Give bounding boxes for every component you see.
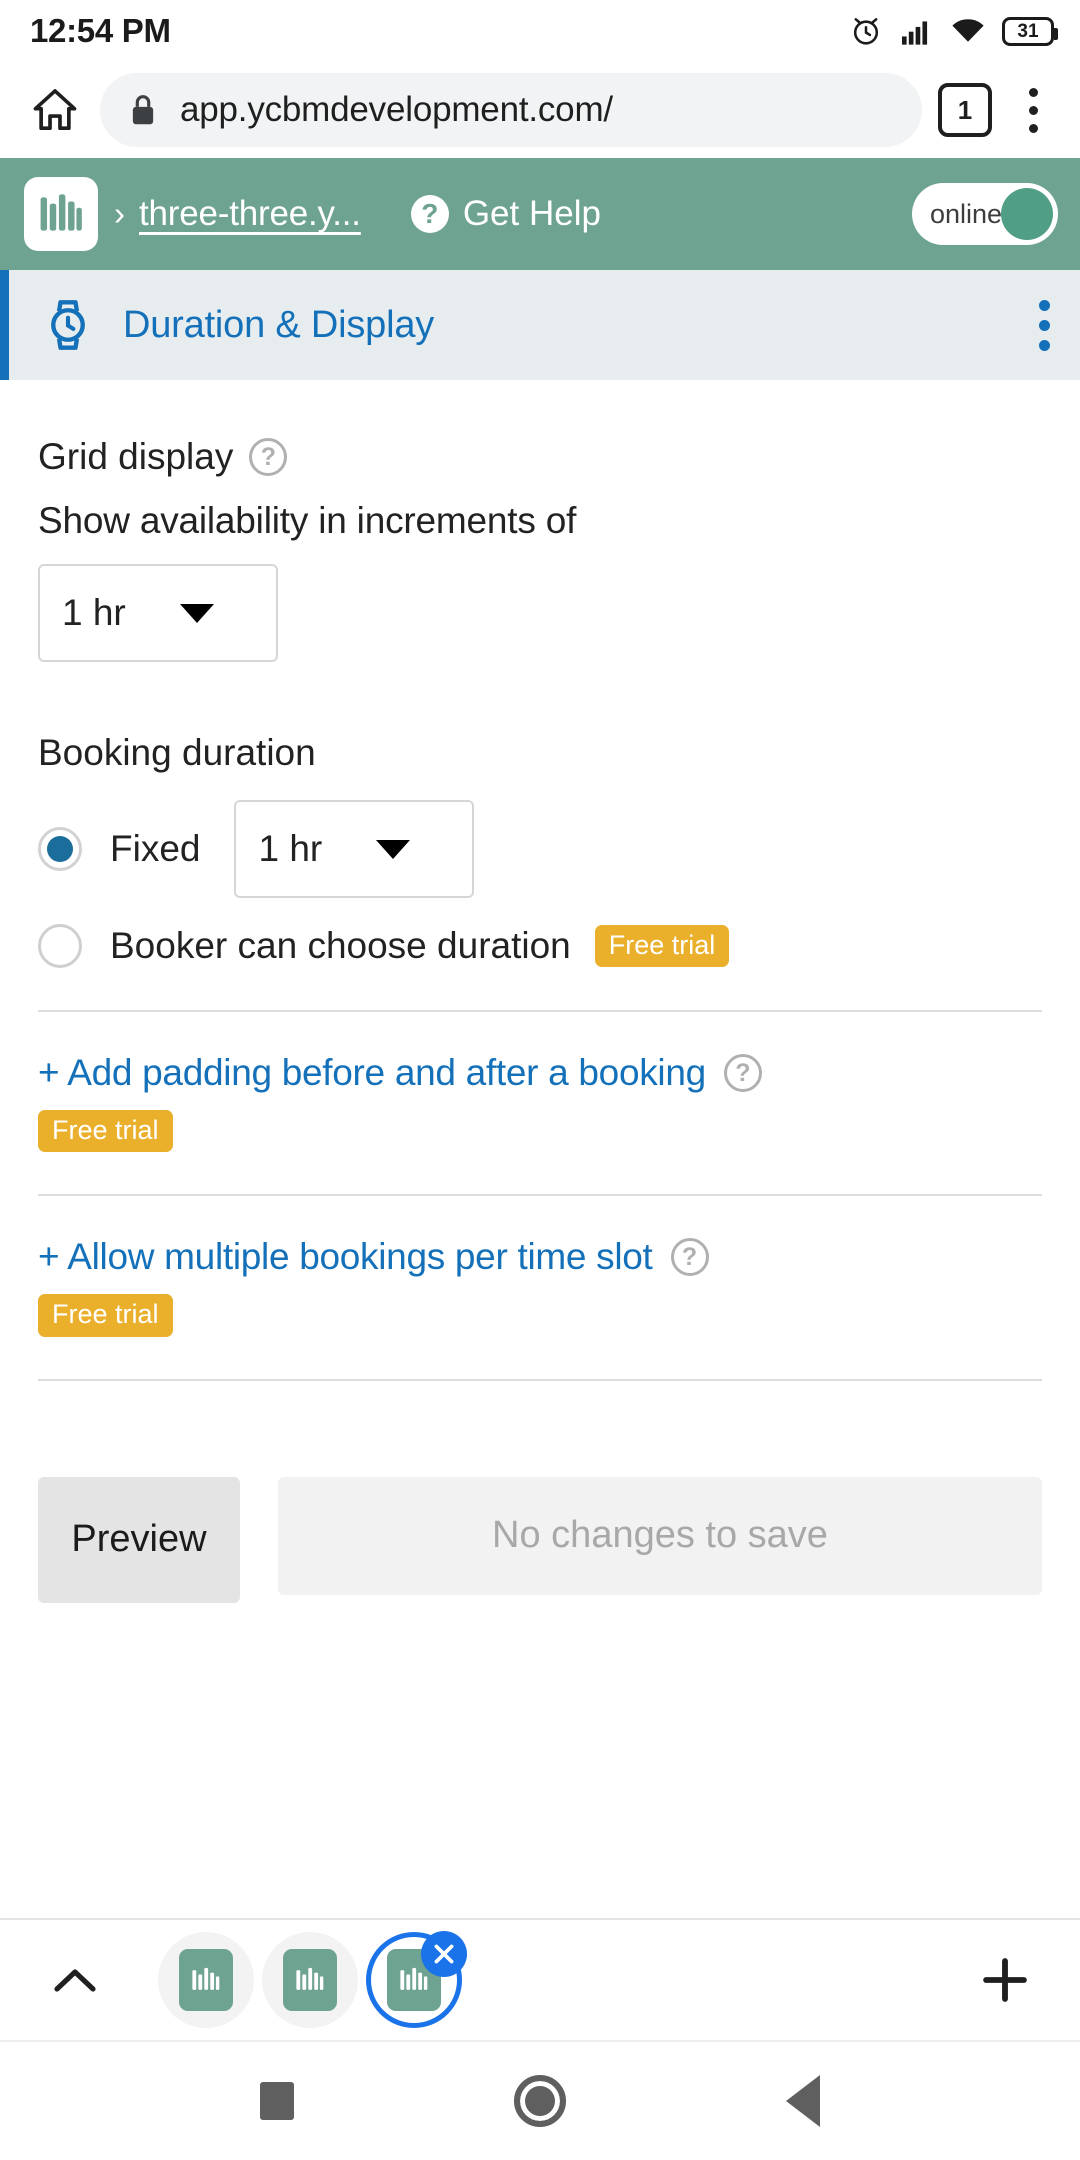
- android-status-bar: 12:54 PM 31: [0, 0, 1080, 62]
- close-icon[interactable]: [421, 1931, 467, 1977]
- section-menu-icon[interactable]: [1039, 299, 1050, 351]
- new-tab-button[interactable]: [970, 1953, 1040, 2007]
- browser-toolbar: app.ycbmdevelopment.com/ 1: [0, 62, 1080, 158]
- divider: [38, 1010, 1042, 1012]
- chevron-down-icon: [179, 603, 214, 623]
- recents-square-icon[interactable]: [260, 2082, 294, 2120]
- plus-icon: [983, 1958, 1027, 2002]
- watch-icon: [51, 300, 85, 350]
- status-badge: Free trial: [38, 1294, 173, 1337]
- close-glyph: [434, 1944, 454, 1964]
- tab-count-label: 1: [957, 95, 973, 125]
- divider: [38, 1378, 1042, 1381]
- ycbm-tab-icon: [283, 1949, 337, 2011]
- tab-item[interactable]: [262, 1932, 358, 2028]
- alarm-icon: [853, 18, 879, 45]
- ycbm-tab-glyph: [192, 1967, 220, 1990]
- preview-button[interactable]: Preview: [38, 1476, 240, 1603]
- battery-level: 31: [1017, 20, 1039, 42]
- feature-multiple-bookings[interactable]: + Allow multiple bookings per time slot …: [38, 1236, 1042, 1337]
- ycbm-tab-glyph: [296, 1967, 324, 1990]
- booking-duration-title: Booking duration: [38, 732, 316, 773]
- chevron-down-icon: [376, 839, 411, 859]
- url-text: app.ycbmdevelopment.com/: [180, 90, 613, 129]
- overflow-menu-icon[interactable]: [1006, 79, 1060, 141]
- feature-multiple-bookings-help-icon[interactable]: ?: [670, 1238, 709, 1277]
- question-mark-icon: ?: [410, 195, 449, 233]
- increment-select[interactable]: 1 hr: [38, 564, 278, 662]
- tab-counter-button[interactable]: 1: [938, 83, 992, 137]
- expand-toolbar-button[interactable]: [40, 1963, 110, 1997]
- chevron-up-icon: [54, 1969, 96, 1992]
- url-bar[interactable]: app.ycbmdevelopment.com/: [100, 73, 922, 147]
- radio-fixed-label: Fixed: [110, 828, 201, 869]
- get-help-label: Get Help: [462, 194, 601, 233]
- status-time: 12:54 PM: [30, 12, 171, 49]
- feature-add-padding[interactable]: + Add padding before and after a booking…: [38, 1052, 1042, 1153]
- feature-multiple-bookings-line: + Allow multiple bookings per time slot …: [38, 1236, 1042, 1278]
- feature-add-padding-help-icon[interactable]: ?: [723, 1054, 762, 1092]
- app-header: › three-three.y... ? Get Help online: [0, 158, 1080, 270]
- feature-add-padding-label[interactable]: + Add padding before and after a booking: [38, 1052, 706, 1094]
- tab-item-active[interactable]: [366, 1931, 467, 2028]
- get-help-button[interactable]: ? Get Help: [410, 194, 601, 234]
- online-status-toggle[interactable]: online: [912, 183, 1058, 245]
- status-badge: Free trial: [594, 924, 730, 968]
- ycbm-logo-glyph: [40, 194, 82, 231]
- home-circle-icon[interactable]: [514, 2075, 566, 2127]
- breadcrumb-separator: ›: [114, 195, 125, 232]
- cellular-signal-icon: [902, 21, 928, 45]
- radio-fixed[interactable]: [38, 827, 82, 871]
- status-badge: Free trial: [38, 1110, 173, 1153]
- booking-duration-booker-row[interactable]: Booker can choose duration Free trial: [38, 924, 1042, 968]
- android-nav-bar: [0, 2040, 1080, 2160]
- grid-display-sublabel: Show availability in increments of: [38, 500, 577, 541]
- section-title: Duration & Display: [123, 303, 435, 346]
- tab-list: [158, 1931, 467, 2028]
- tab-item[interactable]: [158, 1932, 254, 2028]
- radio-booker-choose[interactable]: [38, 924, 82, 968]
- grid-display-label-row: Grid display ?: [38, 436, 1042, 478]
- ycbm-tab-icon: [179, 1949, 233, 2011]
- feature-add-padding-line: + Add padding before and after a booking…: [38, 1052, 1042, 1094]
- fixed-duration-value: 1 hr: [258, 828, 323, 869]
- increment-select-value: 1 hr: [62, 592, 126, 633]
- feature-multiple-bookings-label[interactable]: + Allow multiple bookings per time slot: [38, 1236, 653, 1278]
- ycbm-logo-icon[interactable]: [24, 177, 98, 251]
- settings-content: Grid display ? Show availability in incr…: [0, 436, 1080, 1603]
- section-header-duration-display[interactable]: Duration & Display: [0, 270, 1080, 380]
- browser-tab-strip: [0, 1918, 1080, 2040]
- action-button-row: Preview No changes to save: [38, 1476, 1042, 1603]
- booking-duration-fixed-row[interactable]: Fixed 1 hr: [38, 800, 1042, 898]
- home-icon: [33, 89, 77, 131]
- divider: [38, 1194, 1042, 1197]
- fixed-duration-select[interactable]: 1 hr: [234, 800, 475, 898]
- radio-booker-choose-label: Booker can choose duration: [110, 925, 571, 966]
- grid-display-label: Grid display: [38, 436, 234, 477]
- breadcrumb-link[interactable]: three-three.y...: [139, 194, 361, 234]
- online-toggle-label: online: [930, 198, 1003, 229]
- toggle-knob: [1001, 188, 1053, 240]
- home-button[interactable]: [18, 73, 92, 147]
- wifi-icon: [952, 19, 984, 44]
- back-triangle-icon[interactable]: [786, 2075, 820, 2127]
- grid-display-help-icon[interactable]: ?: [249, 438, 288, 476]
- save-button: No changes to save: [278, 1476, 1042, 1595]
- lock-icon: [132, 95, 154, 125]
- status-icon-group: 31: [848, 13, 1058, 49]
- battery-indicator: 31: [1002, 16, 1058, 46]
